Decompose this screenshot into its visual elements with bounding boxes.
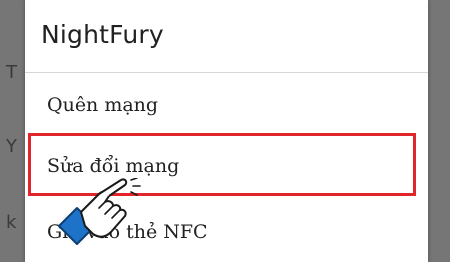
background-text: T [6,62,17,83]
forget-network-option[interactable]: Quên mạng [25,76,428,134]
background-text: Y [6,136,17,157]
dialog-divider [25,72,428,73]
network-options-dialog: NightFury Quên mạng Sửa đổi mạng Ghi vào… [25,0,428,262]
background-text: k [6,212,17,233]
background-right-strip [428,0,450,262]
dialog-title: NightFury [41,20,164,49]
hand-pointer-icon [58,178,141,245]
